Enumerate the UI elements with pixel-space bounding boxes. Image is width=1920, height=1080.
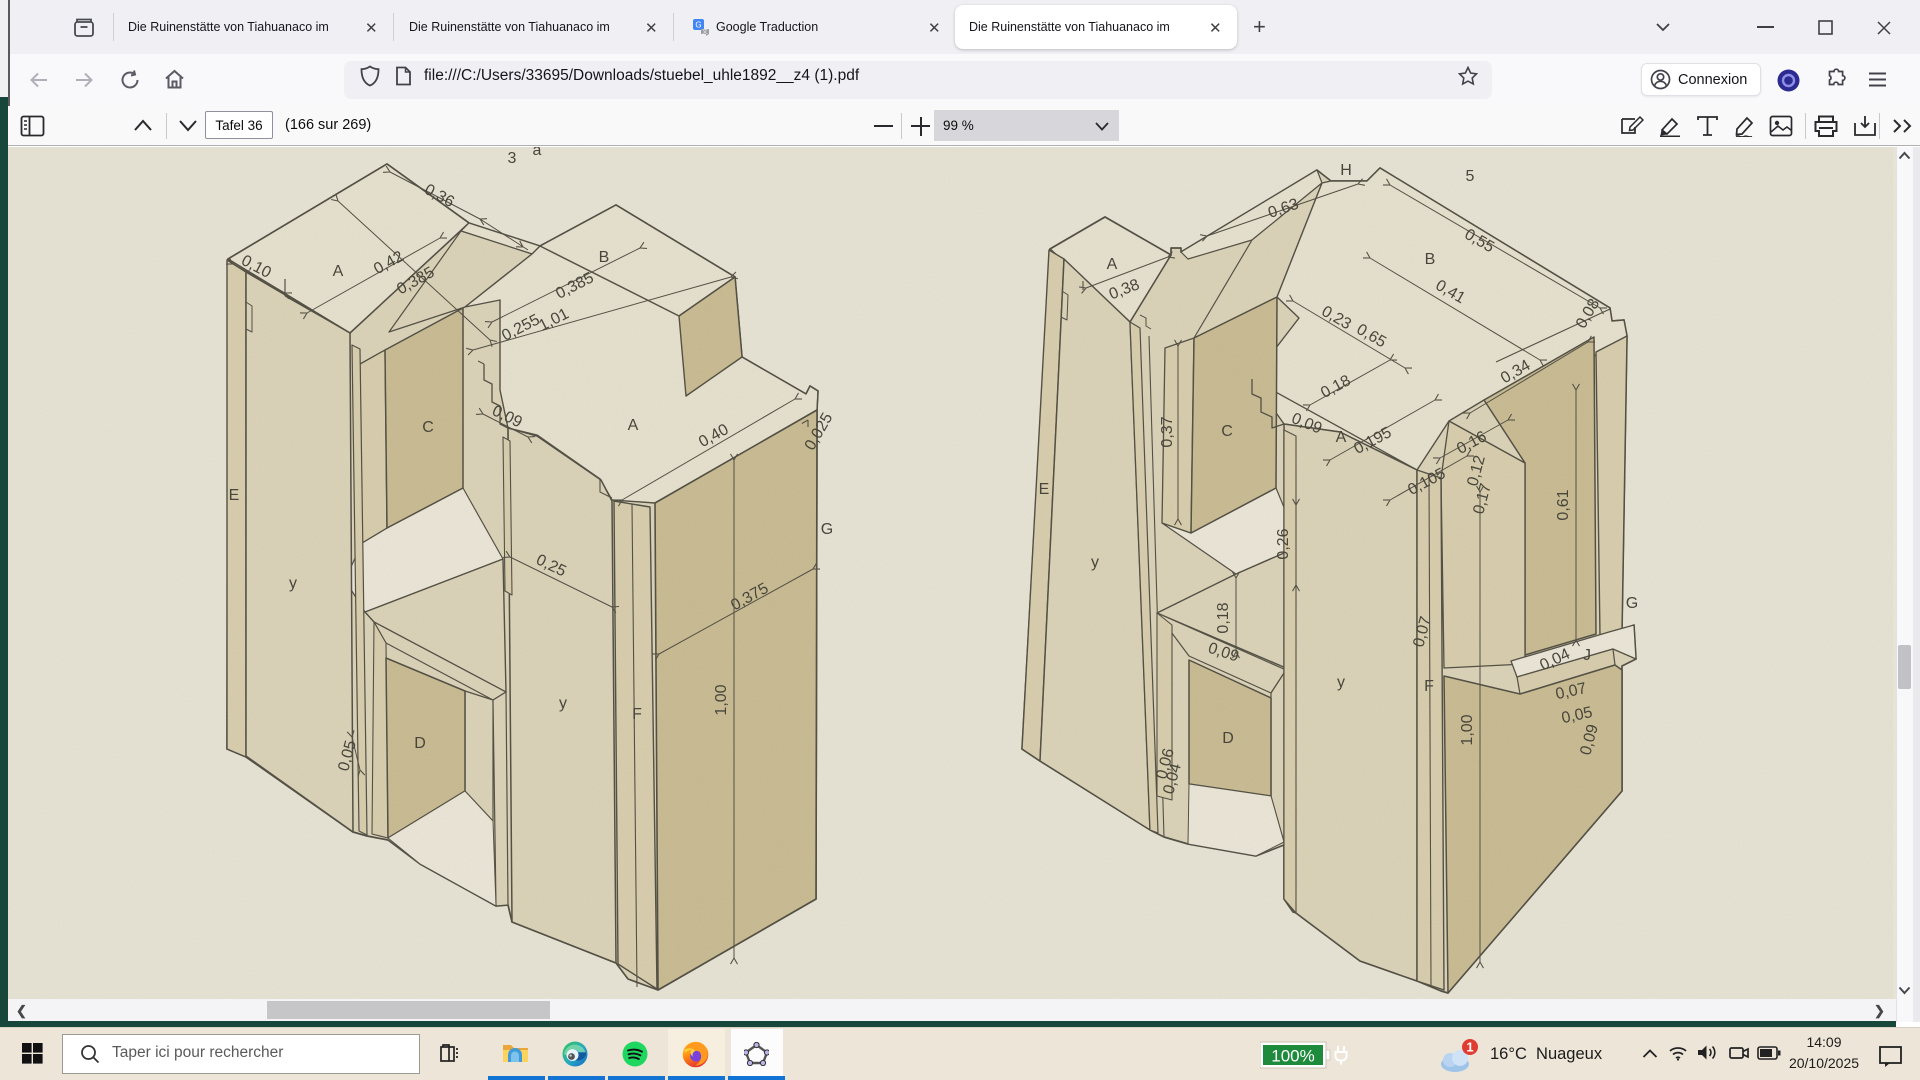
svg-text:G: G [695,21,701,30]
svg-text:100%: 100% [1271,1047,1314,1066]
svg-text:文: 文 [702,28,708,36]
svg-text:1: 1 [1466,1040,1473,1055]
